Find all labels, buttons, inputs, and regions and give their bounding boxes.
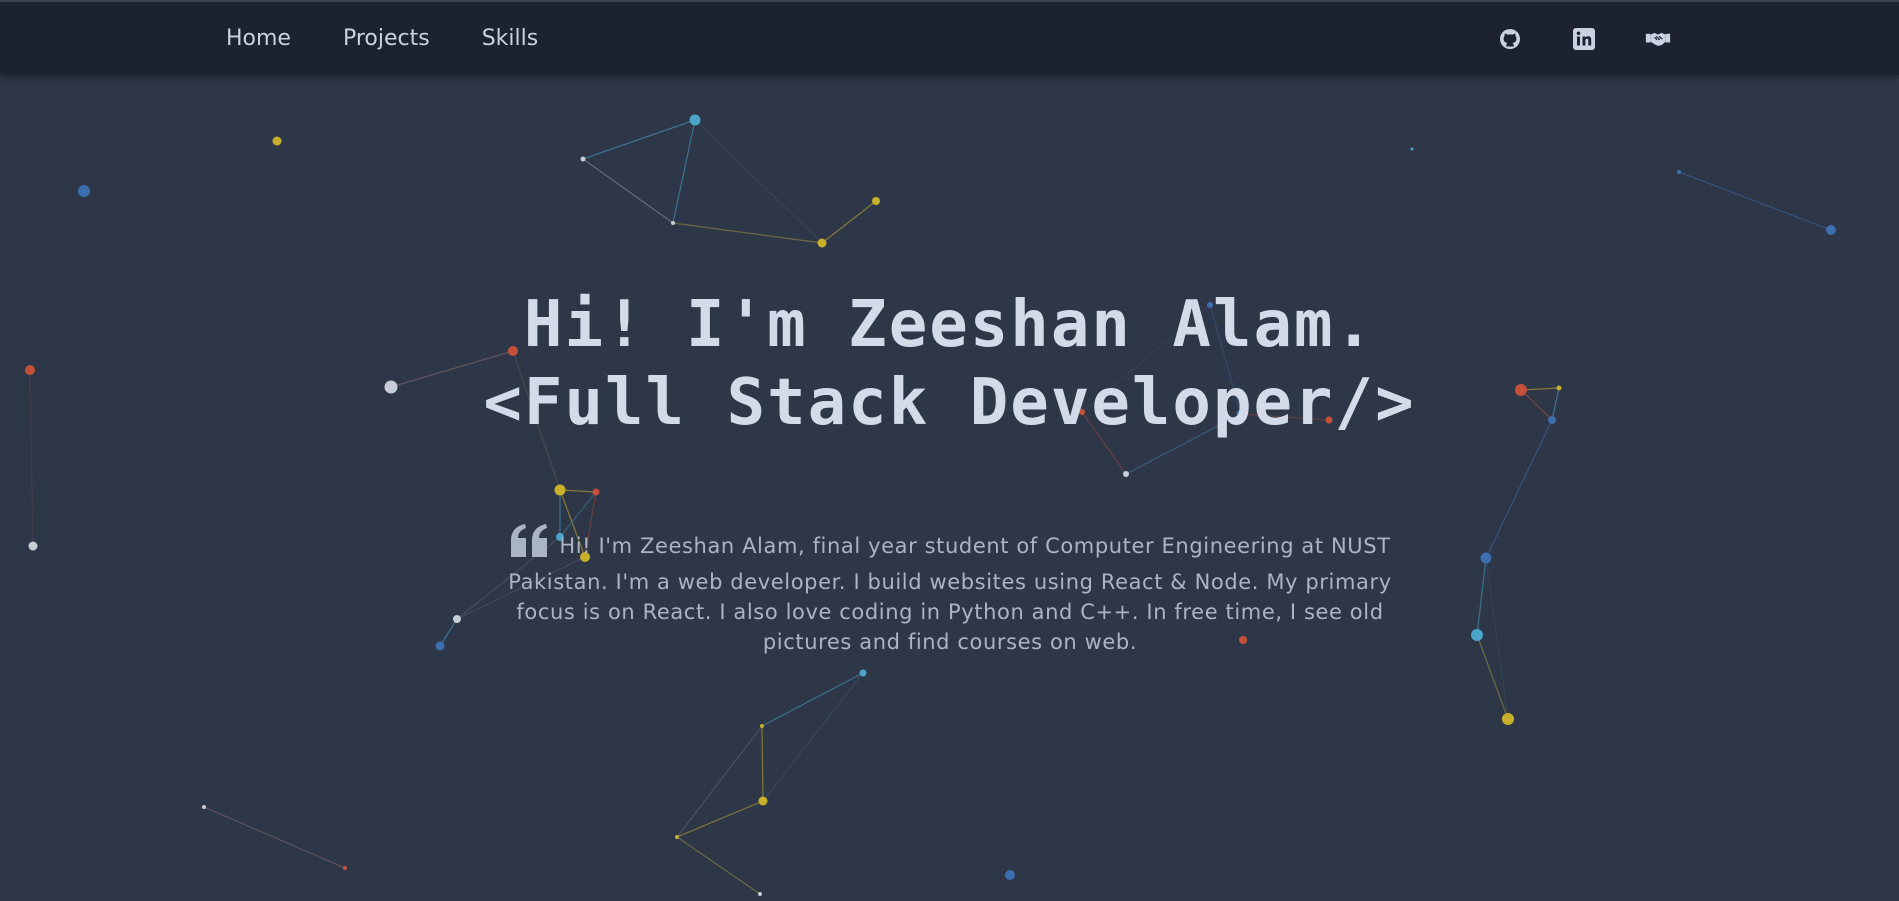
about-paragraph: Hi! I'm Zeeshan Alam, final year student…	[508, 534, 1392, 654]
nav-link-projects[interactable]: Projects	[343, 26, 430, 51]
hero-greeting: Hi! I'm Zeeshan Alam.	[523, 288, 1376, 362]
quote-icon	[509, 523, 551, 567]
github-icon[interactable]	[1497, 26, 1523, 52]
hero-section: Hi! I'm Zeeshan Alam. <Full Stack Develo…	[0, 286, 1899, 442]
nav-link-home[interactable]: Home	[226, 26, 291, 51]
nav-link-skills[interactable]: Skills	[482, 26, 539, 51]
particle-background	[25, 24, 1836, 896]
handshake-icon[interactable]	[1645, 26, 1671, 52]
linkedin-icon[interactable]	[1571, 26, 1597, 52]
nav-links: Home Projects Skills	[226, 2, 538, 75]
about-text: Hi! I'm Zeeshan Alam, final year student…	[500, 523, 1400, 657]
top-navbar: Home Projects Skills	[0, 0, 1899, 75]
hero-role: <Full Stack Developer/>	[483, 366, 1416, 440]
social-icons	[1497, 2, 1671, 75]
